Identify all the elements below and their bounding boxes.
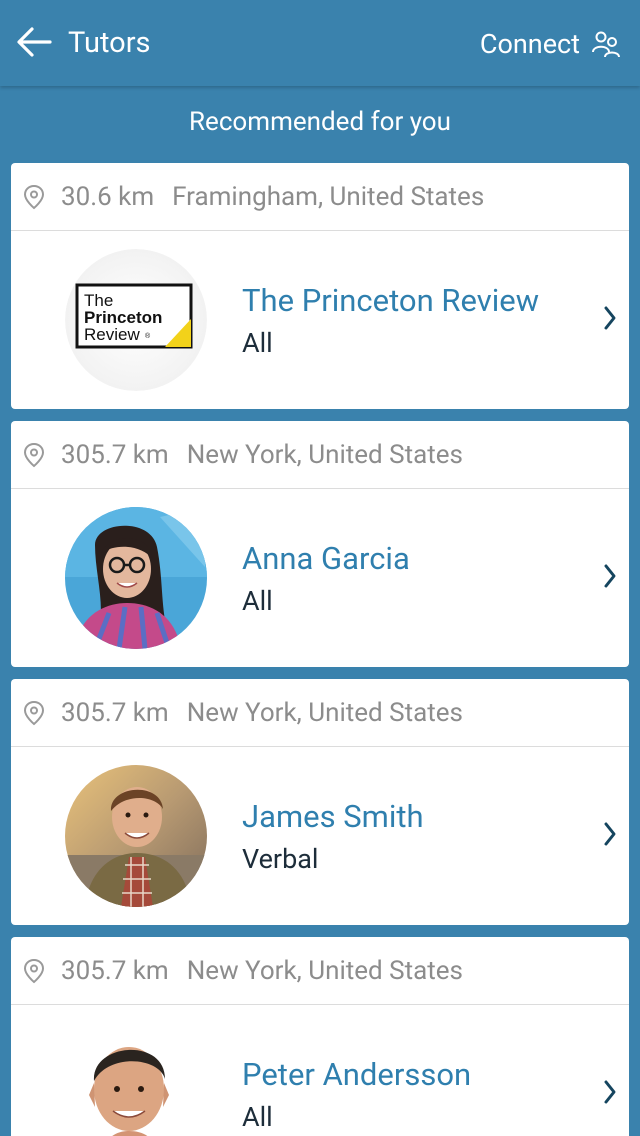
- location-pin-icon: [23, 700, 45, 725]
- distance: 30.6 km: [61, 181, 155, 212]
- tutor-card-princeton-review[interactable]: 30.6 km Framingham, United States The Pr…: [11, 163, 629, 409]
- avatar: [65, 1023, 207, 1136]
- location: New York, United States: [186, 439, 463, 470]
- tutor-body: The Princeton Review ® The Princeton Rev…: [11, 231, 629, 409]
- tutor-name: Peter Andersson: [242, 1056, 472, 1093]
- chevron-right-icon: [604, 306, 616, 330]
- chevron-right-icon: [604, 1080, 616, 1104]
- location: New York, United States: [186, 697, 463, 728]
- recommended-heading: Recommended for you: [189, 107, 451, 137]
- location: Framingham, United States: [172, 181, 485, 212]
- distance: 305.7 km: [61, 955, 169, 986]
- svg-text:®: ®: [145, 332, 151, 340]
- top-app-bar: Tutors Connect: [0, 0, 640, 86]
- location-row: 30.6 km Framingham, United States: [11, 163, 629, 231]
- back-button[interactable]: [14, 22, 54, 62]
- location-pin-icon: [23, 184, 45, 209]
- avatar: [65, 507, 207, 649]
- tutor-subject: All: [242, 327, 273, 359]
- tutor-subject: All: [242, 1101, 273, 1133]
- location-pin-icon: [23, 442, 45, 467]
- distance: 305.7 km: [61, 439, 169, 470]
- tutor-name: James Smith: [242, 798, 424, 835]
- distance: 305.7 km: [61, 697, 169, 728]
- connect-button[interactable]: Connect: [480, 24, 622, 64]
- connect-label: Connect: [479, 28, 580, 60]
- svg-text:Review: Review: [84, 325, 140, 344]
- tutor-name: The Princeton Review: [242, 282, 540, 319]
- page-title: Tutors: [68, 26, 151, 60]
- chevron-right-icon: [604, 564, 616, 588]
- location-row: 305.7 km New York, United States: [11, 679, 629, 747]
- tutor-body: Anna Garcia All: [11, 489, 629, 667]
- avatar: [65, 765, 207, 907]
- tutor-body: James Smith Verbal: [11, 747, 629, 925]
- location-row: 305.7 km New York, United States: [11, 937, 629, 1005]
- location-row: 305.7 km New York, United States: [11, 421, 629, 489]
- tutor-card-anna-garcia[interactable]: 305.7 km New York, United States Anna Ga…: [11, 421, 629, 667]
- chevron-right-icon: [604, 822, 616, 846]
- tutor-card-peter-andersson[interactable]: 305.7 km New York, United States Peter A…: [11, 937, 629, 1136]
- tutor-subject: Verbal: [242, 843, 319, 875]
- tutor-body: Peter Andersson All: [11, 1005, 629, 1136]
- tutor-list[interactable]: 30.6 km Framingham, United States The Pr…: [0, 163, 640, 1136]
- tutor-subject: All: [242, 585, 273, 617]
- princeton-review-logo: The Princeton Review ®: [65, 249, 207, 391]
- arrow-left-icon: [17, 27, 52, 57]
- tutor-name: Anna Garcia: [242, 540, 410, 577]
- tutor-card-james-smith[interactable]: 305.7 km New York, United States James S…: [11, 679, 629, 925]
- location-pin-icon: [23, 958, 45, 983]
- people-connect-icon: [592, 31, 620, 58]
- location: New York, United States: [186, 955, 463, 986]
